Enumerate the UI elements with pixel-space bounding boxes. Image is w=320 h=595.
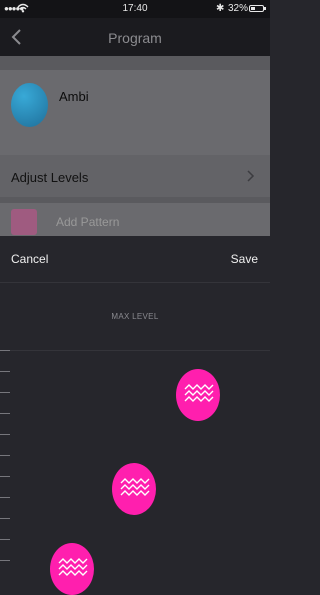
adjust-levels-row[interactable]: Adjust Levels (0, 155, 270, 197)
save-button[interactable]: Save (231, 252, 258, 266)
header-divider (0, 282, 270, 283)
pattern-thumbnail (11, 209, 37, 235)
chevron-right-icon (247, 170, 255, 182)
scale-tick (0, 476, 10, 477)
scale-tick (0, 392, 10, 393)
scale-tick (0, 350, 10, 351)
scale-tick (0, 497, 10, 498)
wave-icon (58, 558, 88, 577)
battery-icon (249, 5, 266, 12)
program-avatar (11, 83, 48, 127)
program-header: Ambi (0, 70, 270, 156)
scale-tick (0, 455, 10, 456)
battery-fill (251, 7, 255, 10)
sheet-header: Cancel Save (0, 236, 270, 282)
level-editor-sheet: Cancel Save MAX LEVEL (0, 236, 270, 595)
wave-icon (184, 383, 214, 402)
wave-icon (120, 478, 150, 497)
bluetooth-icon: ✱ (216, 3, 225, 14)
navigation-bar: Program (0, 18, 270, 56)
max-level-line (0, 350, 270, 351)
level-point-1[interactable] (50, 543, 94, 595)
status-bar: ●●●●● 17:40 ✱ 32% (0, 0, 270, 18)
battery-percent: 32% (228, 3, 249, 14)
scale-tick (0, 371, 10, 372)
scale-tick (0, 539, 10, 540)
program-name: Ambi (59, 89, 89, 104)
scale-tick (0, 413, 10, 414)
add-pattern-label: Add Pattern (56, 215, 120, 229)
max-level-label: MAX LEVEL (111, 312, 159, 321)
adjust-levels-label: Adjust Levels (11, 170, 89, 185)
level-point-3[interactable] (176, 368, 220, 421)
cancel-button[interactable]: Cancel (11, 252, 48, 266)
program-content: Ambi Adjust Levels Add Pattern (0, 56, 270, 243)
scale-tick (0, 434, 10, 435)
level-point-2[interactable] (112, 463, 156, 516)
page-title: Program (108, 30, 162, 46)
scale-tick (0, 518, 10, 519)
scale-tick (0, 560, 10, 561)
